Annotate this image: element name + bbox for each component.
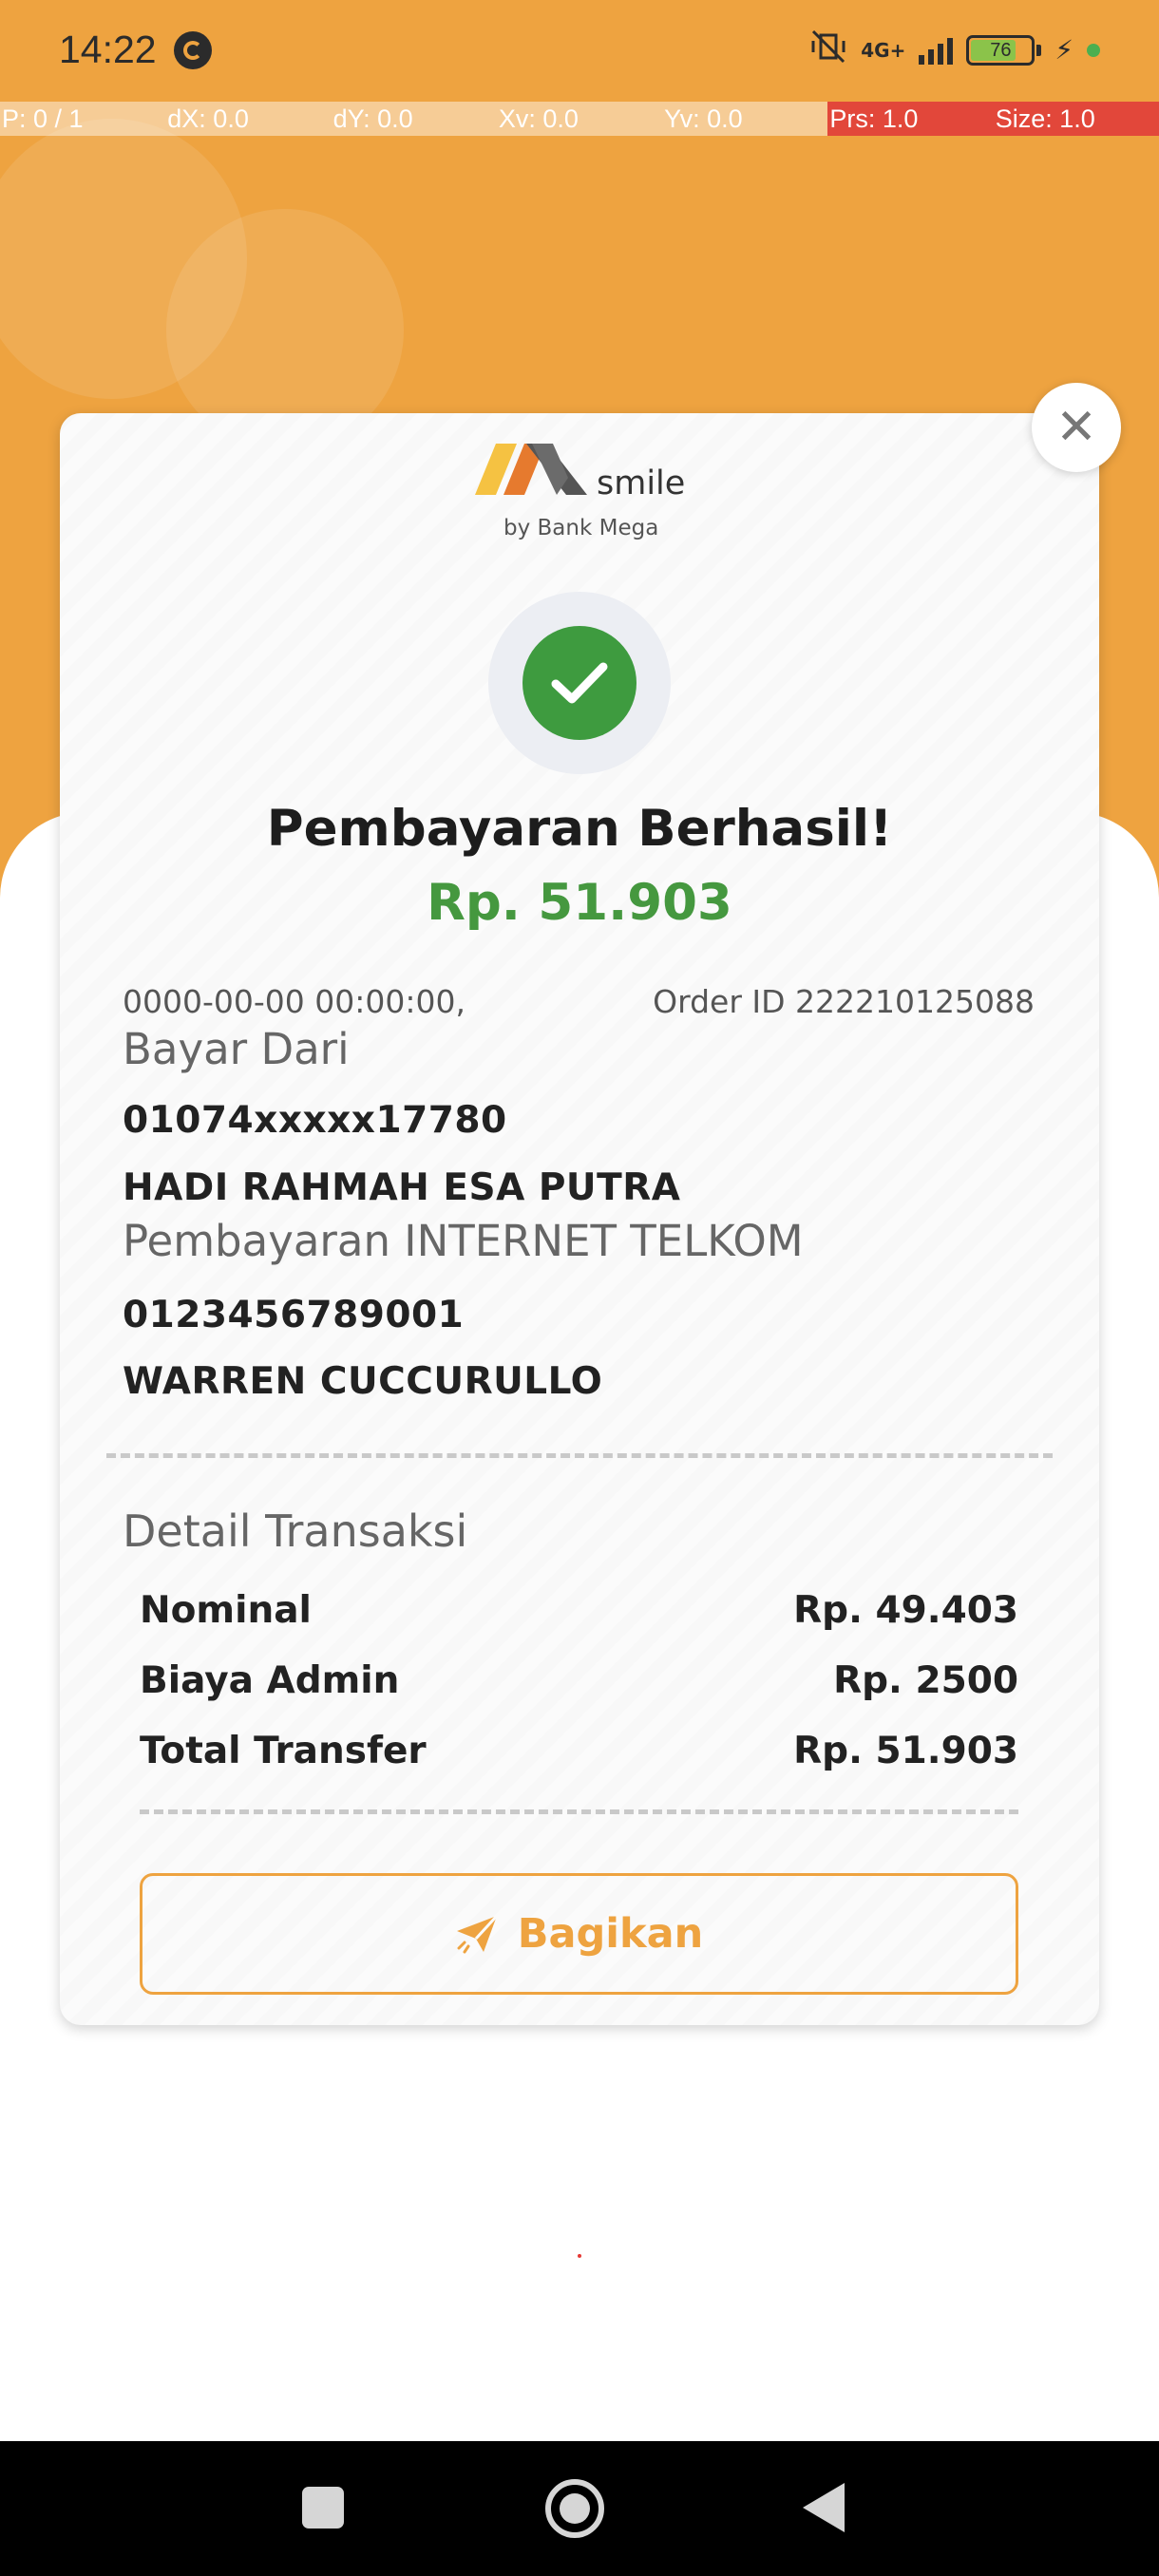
battery-level: 76: [990, 39, 1012, 61]
detail-section-title: Detail Transaksi: [123, 1506, 468, 1557]
sync-icon: [173, 30, 212, 69]
detail-label: Nominal: [140, 1589, 312, 1632]
mute-vibrate-icon: [809, 29, 847, 71]
debug-pressure: Prs: 1.0: [827, 102, 994, 136]
debug-pointer: P: 0 / 1: [0, 102, 166, 136]
smile-logo-mark: [475, 444, 587, 495]
battery-icon: 76: [966, 34, 1036, 66]
detail-value: Rp. 49.403: [793, 1589, 1018, 1632]
debug-xv: Xv: 0.0: [496, 102, 663, 136]
charging-icon: ⚡: [1054, 34, 1074, 66]
paper-plane-icon: [456, 1914, 498, 1954]
share-button-label: Bagikan: [517, 1910, 704, 1958]
check-icon: [522, 626, 636, 740]
pointer-debug-overlay: P: 0 / 1 dX: 0.0 dY: 0.0 Xv: 0.0 Yv: 0.0…: [0, 102, 1159, 136]
detail-value: Rp. 2500: [833, 1659, 1018, 1702]
detail-row-nominal: Nominal Rp. 49.403: [140, 1589, 1018, 1632]
close-icon: ✕: [1055, 399, 1097, 456]
back-button[interactable]: [803, 2483, 845, 2532]
debug-yv: Yv: 0.0: [662, 102, 828, 136]
section-divider: [106, 1453, 1053, 1458]
detail-row-admin-fee: Biaya Admin Rp. 2500: [140, 1659, 1018, 1702]
network-type-label: 4G+: [861, 38, 906, 62]
from-account-name: HADI RAHMAH ESA PUTRA: [123, 1166, 681, 1209]
share-button[interactable]: Bagikan: [140, 1873, 1018, 1995]
bank-logo: smile by Bank Mega: [475, 440, 694, 563]
payment-status-title: Pembayaran Berhasil!: [266, 800, 893, 858]
detail-row-total: Total Transfer Rp. 51.903: [140, 1730, 1018, 1772]
from-account-number: 01074xxxxx17780: [123, 1099, 507, 1142]
detail-label: Total Transfer: [140, 1730, 427, 1772]
customer-number: 0123456789001: [123, 1294, 465, 1336]
brand-name: smile: [597, 464, 686, 502]
status-time: 14:22: [59, 28, 157, 71]
details-divider: [140, 1809, 1018, 1814]
detail-label: Biaya Admin: [140, 1659, 400, 1702]
battery-cap: [1036, 44, 1042, 56]
touch-indicator-dot: [578, 2254, 581, 2258]
home-button[interactable]: [545, 2479, 604, 2538]
success-badge: [488, 592, 671, 774]
debug-dy: dY: 0.0: [331, 102, 497, 136]
payment-type-label: Pembayaran INTERNET TELKOM: [123, 1216, 804, 1266]
detail-value: Rp. 51.903: [793, 1730, 1018, 1772]
customer-name: WARREN CUCCURULLO: [123, 1360, 603, 1403]
privacy-indicator-dot: [1087, 43, 1100, 57]
signal-icon: [919, 36, 954, 65]
from-label: Bayar Dari: [123, 1024, 350, 1074]
status-bar: 14:22 4G+ 76 ⚡: [0, 0, 1159, 100]
debug-dx: dX: 0.0: [165, 102, 332, 136]
order-id: Order ID 222210125088: [653, 983, 1035, 1020]
debug-size: Size: 1.0: [993, 102, 1159, 136]
brand-subtitle: by Bank Mega: [504, 516, 659, 540]
payment-amount: Rp. 51.903: [427, 874, 732, 932]
status-icons: 4G+ 76 ⚡: [809, 29, 1100, 71]
recent-apps-button[interactable]: [302, 2487, 344, 2529]
close-button[interactable]: ✕: [1032, 383, 1121, 472]
transaction-datetime: 0000-00-00 00:00:00,: [123, 983, 466, 1020]
